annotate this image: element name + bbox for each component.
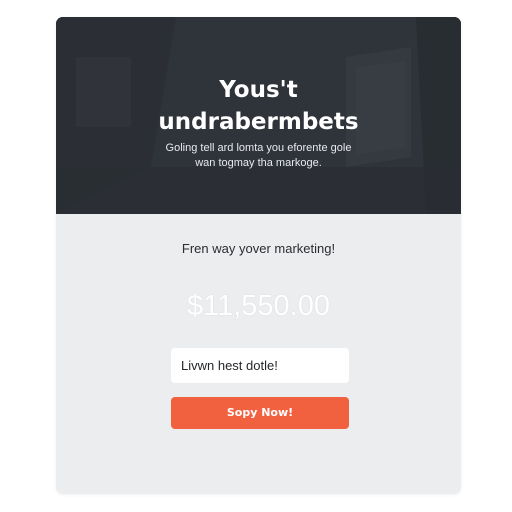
offer-tagline: Fren way yover marketing! — [181, 241, 336, 256]
email-input-field[interactable]: Livwn hest dotle! — [171, 348, 349, 383]
buy-now-button[interactable]: Sopy Now! — [171, 397, 349, 429]
hero-subtitle-line-2: wan togmay tha markoge. — [195, 157, 322, 169]
price-amount: $11,550.00 — [187, 290, 330, 322]
hero-title-line-1: Yous't — [219, 77, 298, 103]
hero-subtitle-line-1: Goling tell ard lomta you eforente gole — [165, 142, 352, 154]
hero-banner: Yous't undrabermbets Goling tell ard lom… — [56, 17, 461, 214]
hero-title-line-2: undrabermbets — [158, 109, 359, 135]
